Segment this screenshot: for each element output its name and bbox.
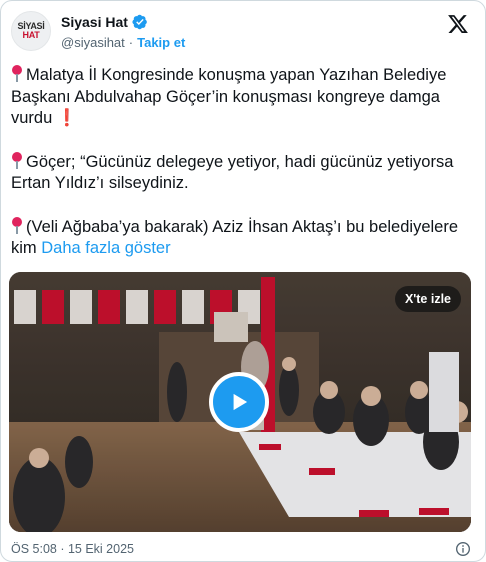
exclamation-icon: ❗ <box>56 109 78 127</box>
tweet-text: Malatya İl Kongresinde konuşma yapan Yaz… <box>11 64 473 281</box>
avatar-text-bottom: HAT <box>22 30 40 40</box>
play-button[interactable] <box>209 372 269 432</box>
tweet-paragraph-1: Malatya İl Kongresinde konuşma yapan Yaz… <box>11 64 473 130</box>
account-name[interactable]: Siyasi Hat <box>61 14 128 30</box>
handle-separator: · <box>128 35 134 50</box>
name-row: Siyasi Hat <box>61 14 148 30</box>
pushpin-icon <box>11 216 23 234</box>
pushpin-icon <box>11 64 23 82</box>
play-icon <box>233 393 248 411</box>
tweet-header: SİYASİ HAT Siyasi Hat @siyasihat · Takip… <box>11 11 475 55</box>
info-icon[interactable] <box>455 541 471 557</box>
tweet-timestamp[interactable]: ÖS 5:08 · 15 Eki 2025 <box>11 542 473 556</box>
show-more-link[interactable]: Daha fazla göster <box>41 239 170 257</box>
pushpin-icon <box>11 151 23 169</box>
x-logo-icon[interactable] <box>447 13 469 35</box>
paragraph-2-text: Göçer; “Gücünüz delegeye yetiyor, hadi g… <box>11 152 454 193</box>
video-player[interactable]: X'te izle <box>9 272 471 532</box>
verified-badge-icon <box>132 14 147 30</box>
tweet-card: SİYASİ HAT Siyasi Hat @siyasihat · Takip… <box>0 0 486 562</box>
handle-row: @siyasihat · Takip et <box>61 35 185 50</box>
follow-button[interactable]: Takip et <box>137 35 185 50</box>
tweet-paragraph-3: (Veli Ağbaba’ya bakarak) Aziz İhsan Akta… <box>11 216 473 260</box>
watch-on-x-button[interactable]: X'te izle <box>394 286 461 312</box>
account-handle[interactable]: @siyasihat <box>61 35 125 50</box>
avatar[interactable]: SİYASİ HAT <box>11 11 51 51</box>
tweet-paragraph-2: Göçer; “Gücünüz delegeye yetiyor, hadi g… <box>11 151 473 195</box>
